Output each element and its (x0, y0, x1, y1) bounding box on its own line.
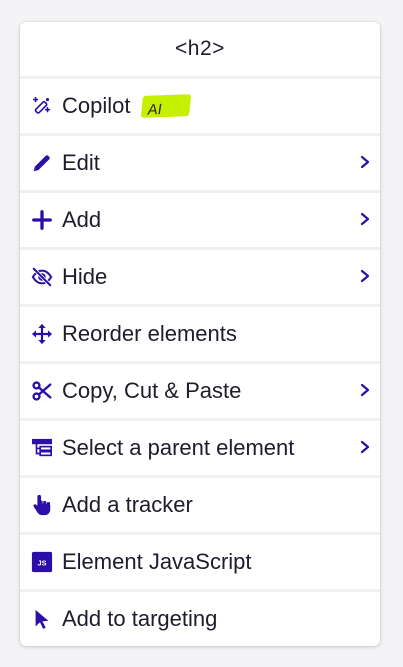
hand-pointer-icon (31, 494, 53, 516)
js-icon: JS (31, 551, 53, 573)
hierarchy-icon (31, 437, 53, 459)
menu-item-edit[interactable]: Edit (20, 136, 380, 190)
menu-item-label: Add to targeting (62, 606, 218, 631)
move-arrows-icon (31, 323, 53, 345)
menu-item-add[interactable]: Add (20, 193, 380, 247)
eye-slash-icon (31, 266, 53, 288)
menu-item-label: Hide (62, 264, 108, 289)
chevron-right-icon (359, 438, 371, 456)
menu-item-label: Copy, Cut & Paste (62, 378, 242, 403)
menu-item-label: Element JavaScript (62, 549, 252, 574)
menu-item-add-targeting[interactable]: Add to targeting (20, 592, 380, 646)
element-tag-label: <h2> (175, 37, 225, 60)
context-menu: <h2> Copilot AI Edit Add Hide Reorder el… (20, 22, 380, 646)
menu-item-add-tracker[interactable]: Add a tracker (20, 478, 380, 532)
menu-item-select-parent[interactable]: Select a parent element (20, 421, 380, 475)
ai-badge-text: AI (147, 100, 163, 119)
menu-item-copilot[interactable]: Copilot AI (20, 79, 380, 133)
scissors-icon (31, 380, 53, 402)
menu-item-label: Reorder elements (62, 321, 237, 346)
menu-item-label: Add a tracker (62, 492, 193, 517)
chevron-right-icon (359, 267, 371, 285)
menu-item-label: Copilot (62, 93, 131, 118)
menu-item-hide[interactable]: Hide (20, 250, 380, 304)
plus-icon (31, 209, 53, 231)
pencil-icon (31, 152, 53, 174)
cursor-arrow-icon (31, 608, 53, 630)
chevron-right-icon (359, 153, 371, 171)
menu-item-label: Edit (62, 150, 100, 175)
menu-item-reorder[interactable]: Reorder elements (20, 307, 380, 361)
menu-item-copy-cut-paste[interactable]: Copy, Cut & Paste (20, 364, 380, 418)
sparkle-wand-icon (31, 95, 53, 117)
chevron-right-icon (359, 381, 371, 399)
menu-title: <h2> (20, 22, 380, 76)
menu-item-element-javascript[interactable]: JS Element JavaScript (20, 535, 380, 589)
menu-item-label: Select a parent element (62, 435, 295, 460)
chevron-right-icon (359, 210, 371, 228)
ai-badge: AI (141, 94, 192, 118)
menu-item-label: Add (62, 207, 102, 232)
svg-text:JS: JS (38, 559, 47, 568)
